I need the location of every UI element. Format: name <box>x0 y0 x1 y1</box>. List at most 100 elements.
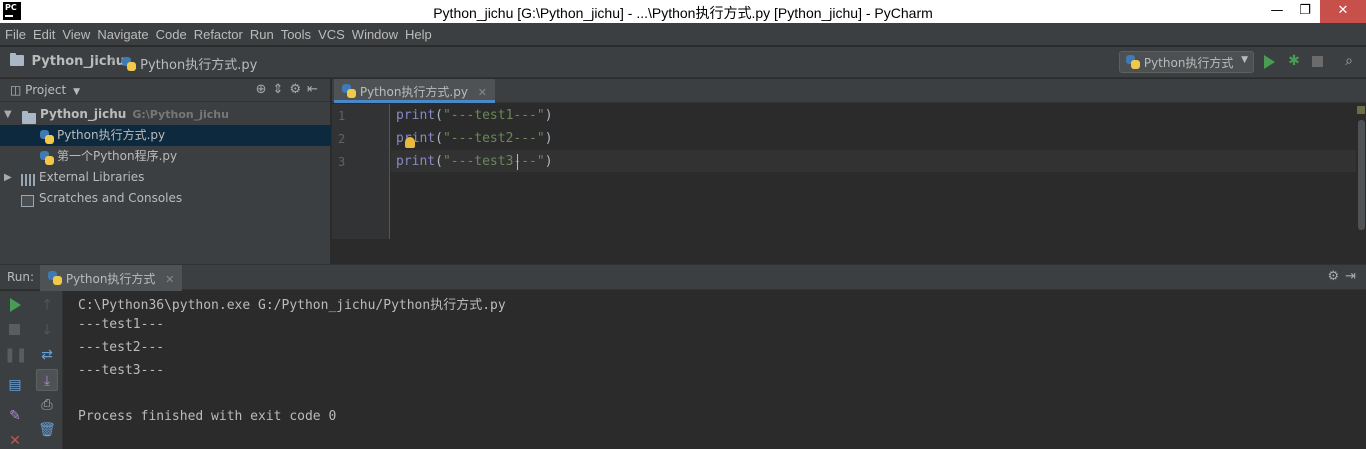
console-line: ---test2--- <box>78 340 165 355</box>
restore-layout-button[interactable]: ▤ <box>4 374 26 396</box>
close-button[interactable]: ✕ <box>1320 0 1366 23</box>
menu-code[interactable]: Code <box>156 27 187 42</box>
pin-tab-button[interactable]: ✎ <box>4 405 26 427</box>
gear-icon[interactable]: ⚙ <box>1327 269 1345 284</box>
breadcrumb-project[interactable]: Python_jichu <box>10 53 125 69</box>
tree-item-external-libraries[interactable]: ▶ External Libraries <box>0 167 331 188</box>
project-panel-title: Project <box>25 83 67 97</box>
bug-icon: ✱ <box>1288 53 1300 69</box>
close-tab-icon[interactable]: ✕ <box>165 273 174 286</box>
trash-icon: 🗑 <box>38 422 56 438</box>
code-paren: ( <box>435 131 443 146</box>
collapse-icon[interactable]: ⇕ <box>273 82 290 97</box>
editor-scrollbar[interactable] <box>1356 104 1366 239</box>
menu-navigate[interactable]: Navigate <box>97 27 148 42</box>
scroll-to-end-button[interactable]: ⤓ <box>36 369 58 391</box>
library-icon <box>21 174 35 186</box>
line-number: 3 <box>338 155 346 169</box>
code-paren: ( <box>435 154 443 169</box>
run-button[interactable] <box>1260 53 1278 71</box>
code-line[interactable]: print("---test1---") <box>396 108 553 123</box>
search-everywhere-button[interactable]: ⌕ <box>1340 53 1358 71</box>
tree-item-python-file-selected[interactable]: Python执行方式.py <box>0 125 331 146</box>
scroll-down-button[interactable]: 🡓 <box>36 319 58 341</box>
menu-tools[interactable]: Tools <box>281 27 311 42</box>
scroll-up-button[interactable]: 🡑 <box>36 294 58 316</box>
hide-icon[interactable]: ⇥ <box>1345 269 1362 284</box>
hide-icon[interactable]: ⇤ <box>307 82 324 97</box>
scratches-icon <box>21 195 34 207</box>
locate-icon[interactable]: ⊕ <box>256 82 273 97</box>
code-line[interactable]: print("---test3---") <box>396 154 553 169</box>
menu-run[interactable]: Run <box>250 27 274 42</box>
console-line: ---test3--- <box>78 363 165 378</box>
stop-run-button[interactable] <box>4 319 26 341</box>
run-tool-window-header: Run: Python执行方式 ✕ ⚙⇥ <box>0 264 1366 291</box>
editor-tab-active[interactable]: Python执行方式.py ✕ <box>334 79 496 103</box>
lightbulb-icon[interactable] <box>405 137 415 148</box>
breadcrumb-file-label: Python执行方式.py <box>140 58 258 73</box>
tree-item-scratches[interactable]: Scratches and Consoles <box>0 188 331 209</box>
run-configuration-select[interactable]: Python执行方式 ▼ <box>1119 51 1254 73</box>
menu-view[interactable]: View <box>62 27 90 42</box>
menu-vcs[interactable]: VCS <box>318 27 345 42</box>
title-bar: PC Python_jichu [G:\Python_jichu] - ...\… <box>0 0 1366 23</box>
close-tab-icon[interactable]: ✕ <box>478 86 487 99</box>
soft-wrap-icon: ⇄ <box>41 347 53 363</box>
folder-icon <box>10 53 24 66</box>
arrow-up-icon: 🡑 <box>43 297 51 313</box>
close-icon: ✕ <box>9 433 21 449</box>
project-icon: ◫ <box>10 83 22 97</box>
chevron-down-icon: ▼ <box>73 87 80 97</box>
project-panel-header: ◫ Project ▼ ⊕⇕⚙⇤ <box>0 79 330 102</box>
menu-bar: File Edit View Navigate Code Refactor Ru… <box>0 23 1366 45</box>
folder-icon <box>22 111 36 124</box>
expand-arrow-icon[interactable]: ▼ <box>4 104 12 125</box>
menu-file[interactable]: File <box>5 27 26 42</box>
run-panel-toolbar: ⚙⇥ <box>1327 269 1362 284</box>
gear-icon[interactable]: ⚙ <box>289 82 307 97</box>
tree-item-project-root[interactable]: ▼ Python_jichu G:\Python_jichu <box>0 104 331 125</box>
breadcrumb-file[interactable]: Python执行方式.py <box>122 54 257 73</box>
editor-tab-label: Python执行方式.py <box>359 85 468 99</box>
menu-help[interactable]: Help <box>405 27 432 42</box>
run-console-output[interactable]: C:\Python36\python.exe G:/Python_jichu/P… <box>64 291 1366 449</box>
expand-arrow-icon[interactable]: ▶ <box>4 167 12 188</box>
rerun-button[interactable] <box>4 294 26 316</box>
tree-item-label: 第一个Python程序.py <box>57 149 178 163</box>
print-button[interactable]: ⎙ <box>36 394 58 416</box>
inspection-status-icon[interactable] <box>1357 106 1365 114</box>
code-keyword: print <box>396 131 436 146</box>
tree-item-label: Python执行方式.py <box>57 128 166 142</box>
run-configuration-label: Python执行方式 <box>1143 56 1234 70</box>
pause-icon: ❚❚ <box>4 347 28 363</box>
run-tab-label: Python执行方式 <box>65 272 156 286</box>
python-file-icon <box>48 271 62 285</box>
code-line[interactable]: print("---test2---") <box>396 131 553 146</box>
run-tab[interactable]: Python执行方式 ✕ <box>40 265 183 291</box>
code-string: "---test2---" <box>442 131 545 146</box>
soft-wrap-button[interactable]: ⇄ <box>36 344 58 366</box>
close-run-button[interactable]: ✕ <box>4 430 26 449</box>
play-icon <box>10 298 21 312</box>
debug-button[interactable]: ✱ <box>1285 53 1303 71</box>
code-string: "---test3---" <box>442 154 545 169</box>
code-string: "---test1---" <box>442 108 545 123</box>
code-paren: ) <box>544 108 553 123</box>
layout-icon: ▤ <box>8 377 22 393</box>
minimize-button[interactable]: — <box>1262 0 1292 23</box>
clear-all-button[interactable]: 🗑 <box>36 419 58 441</box>
code-editor: Python执行方式.py ✕ 1 2 3 print("---test1---… <box>332 79 1366 264</box>
navigation-bar: Python_jichu › Python执行方式.py Python执行方式 … <box>0 46 1366 78</box>
stop-button[interactable] <box>1309 53 1327 71</box>
maximize-button[interactable]: ❐ <box>1290 0 1320 23</box>
pause-button[interactable]: ❚❚ <box>4 344 28 366</box>
project-view-selector[interactable]: ◫ Project ▼ <box>10 83 80 97</box>
project-panel-toolbar: ⊕⇕⚙⇤ <box>256 82 324 97</box>
stop-icon <box>9 324 20 335</box>
scrollbar-thumb[interactable] <box>1358 120 1365 230</box>
menu-edit[interactable]: Edit <box>33 27 55 42</box>
menu-refactor[interactable]: Refactor <box>194 27 243 42</box>
menu-window[interactable]: Window <box>352 27 398 42</box>
tree-item-python-file[interactable]: 第一个Python程序.py <box>0 146 331 167</box>
